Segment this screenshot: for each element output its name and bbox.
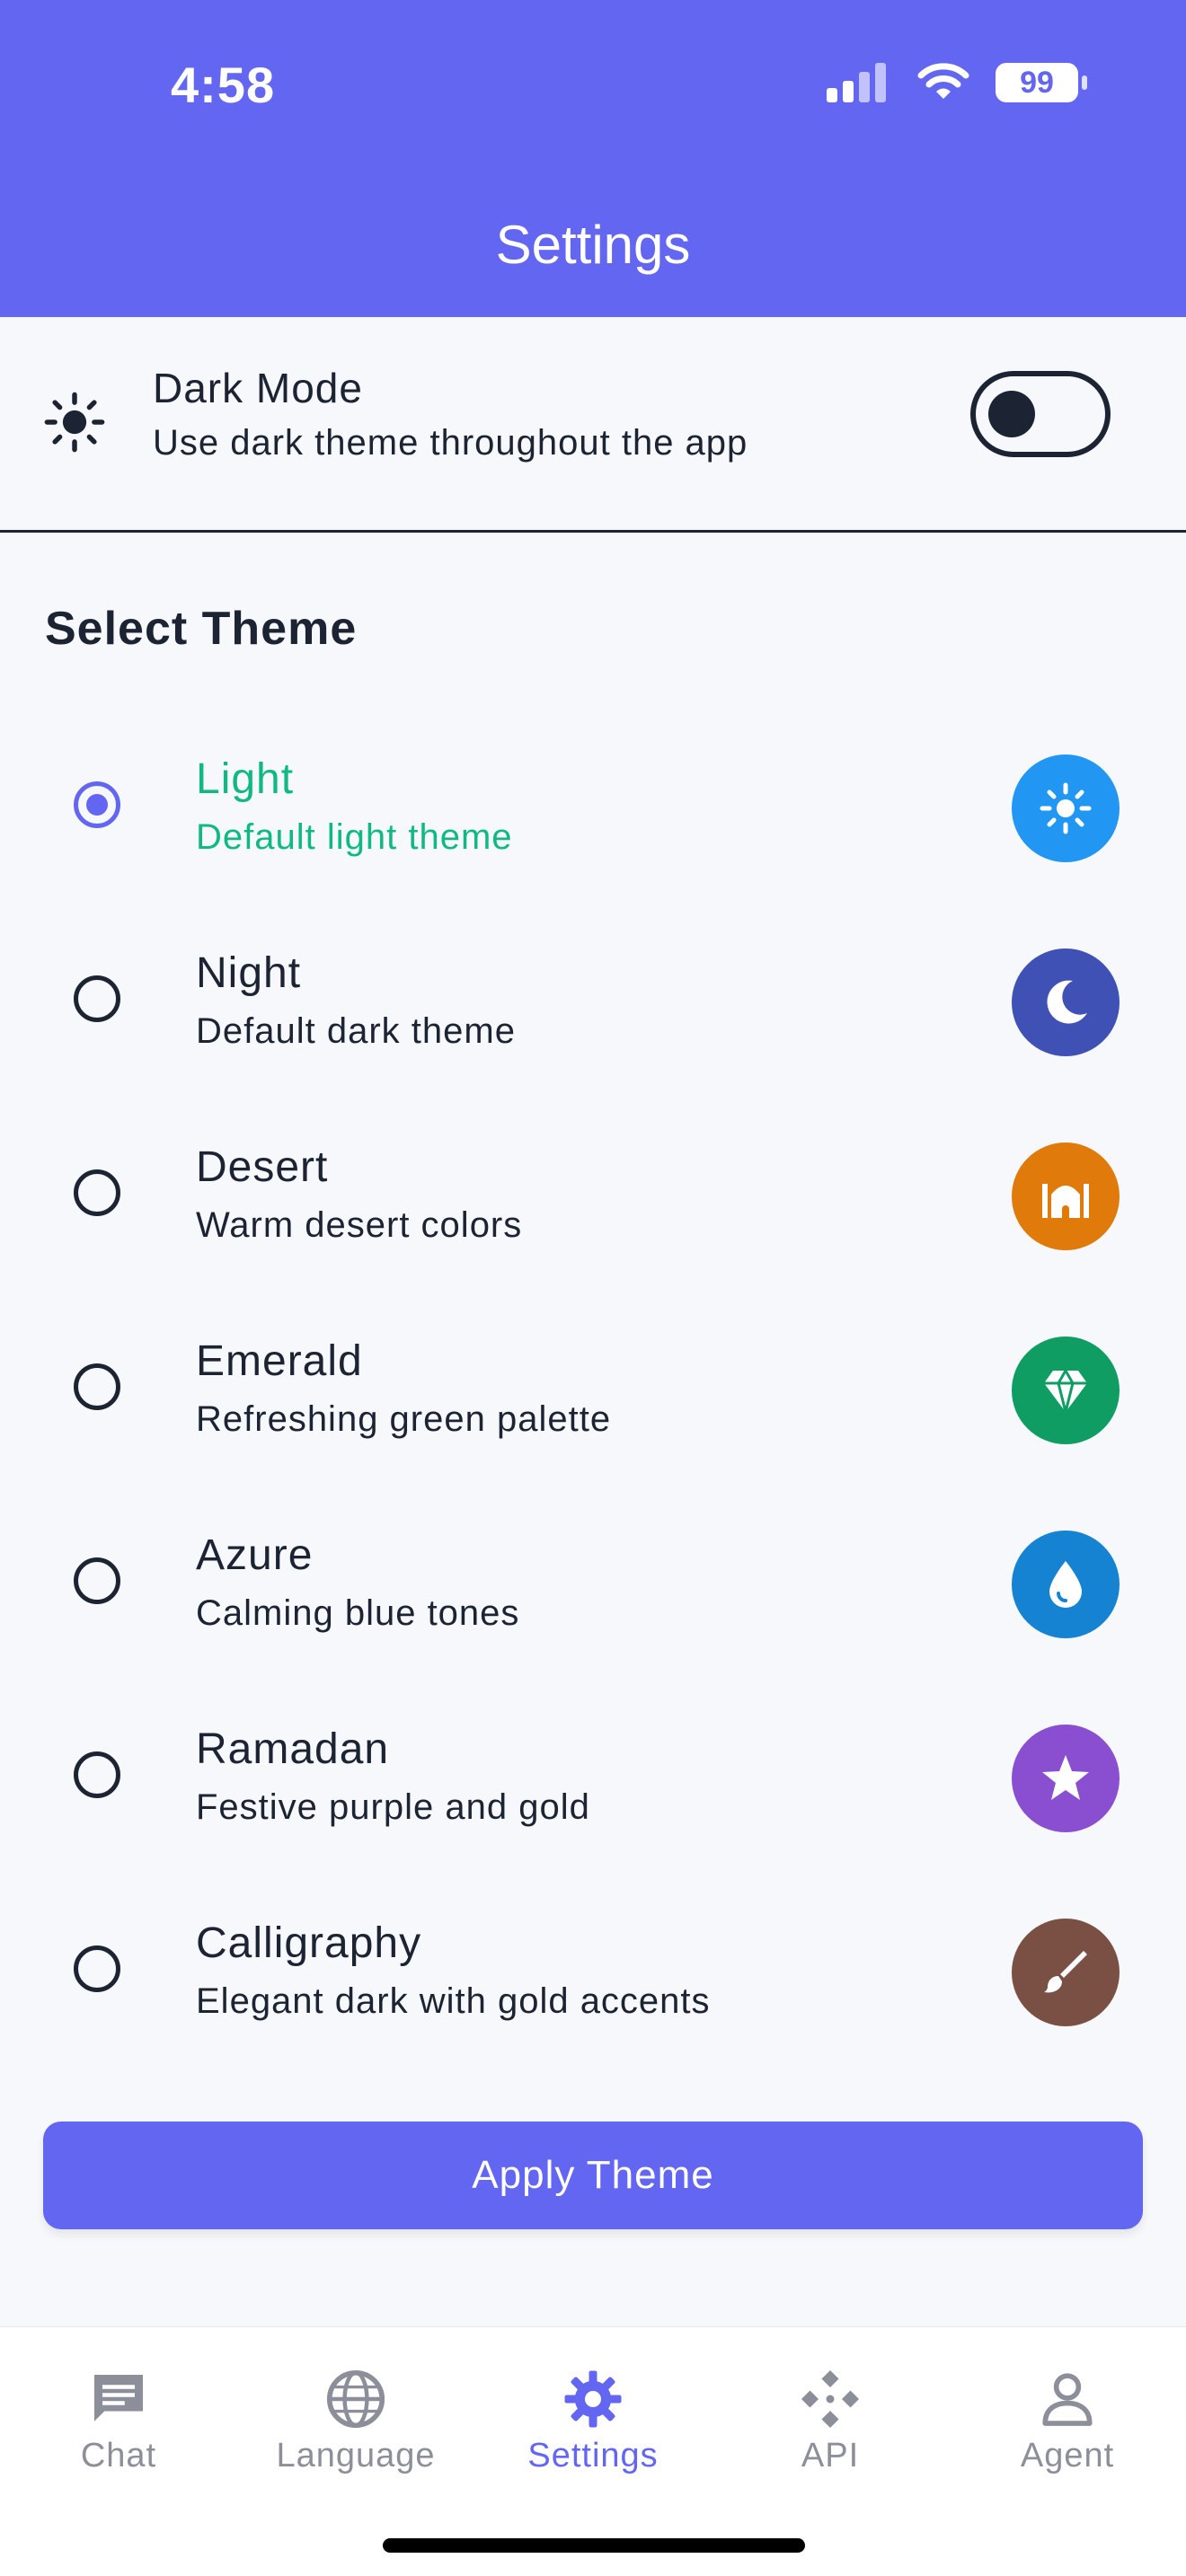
theme-item-light[interactable]: Light Default light theme	[0, 719, 1186, 913]
theme-item-desert[interactable]: Desert Warm desert colors	[0, 1107, 1186, 1301]
theme-description: Festive purple and gold	[196, 1787, 590, 1827]
nav-item-agent[interactable]: Agent	[949, 2345, 1186, 2507]
nav-item-language[interactable]: Language	[237, 2345, 474, 2507]
sun-icon	[1040, 782, 1092, 834]
theme-list: Light Default light theme Night Default …	[0, 719, 1186, 2077]
chat-icon	[94, 2375, 143, 2422]
dark-mode-subtitle: Use dark theme throughout the app	[153, 423, 748, 463]
theme-name: Calligraphy	[196, 1919, 422, 1967]
person-icon	[1042, 2373, 1093, 2426]
drop-icon	[1049, 1561, 1082, 1608]
theme-name: Desert	[196, 1143, 329, 1191]
theme-name: Ramadan	[196, 1725, 390, 1773]
battery-indicator: 99	[996, 63, 1087, 102]
theme-name: Night	[196, 949, 302, 997]
page-title: Settings	[495, 215, 691, 275]
select-theme-heading: Select Theme	[45, 603, 358, 655]
nav-label: API	[801, 2437, 860, 2475]
app-header: 4:58 99 Settings	[0, 0, 1186, 317]
radio-button[interactable]	[74, 781, 120, 828]
theme-item-calligraphy[interactable]: Calligraphy Elegant dark with gold accen…	[0, 1883, 1186, 2077]
moon-icon	[1047, 980, 1087, 1024]
theme-description: Warm desert colors	[196, 1205, 523, 1245]
mosque-icon	[1042, 1184, 1089, 1218]
theme-description: Default light theme	[196, 817, 513, 857]
theme-name: Azure	[196, 1531, 314, 1579]
theme-description: Refreshing green palette	[196, 1399, 612, 1439]
nav-item-chat[interactable]: Chat	[0, 2345, 237, 2507]
nav-label: Agent	[1020, 2437, 1115, 2475]
theme-icon-badge	[1012, 1337, 1120, 1444]
sun-icon	[44, 392, 105, 453]
radio-button[interactable]	[74, 1169, 120, 1216]
globe-icon	[326, 2369, 385, 2429]
theme-icon-badge	[1012, 1142, 1120, 1250]
radio-button[interactable]	[74, 1557, 120, 1604]
nav-label: Settings	[527, 2437, 659, 2475]
radio-button[interactable]	[74, 1363, 120, 1410]
theme-description: Calming blue tones	[196, 1593, 520, 1633]
gear-icon	[564, 2370, 622, 2428]
radio-button[interactable]	[74, 1945, 120, 1992]
radio-button[interactable]	[74, 975, 120, 1022]
theme-icon-badge	[1012, 1531, 1120, 1638]
apply-theme-button[interactable]: Apply Theme	[43, 2122, 1143, 2229]
radio-button[interactable]	[74, 1751, 120, 1798]
api-icon	[801, 2369, 860, 2429]
theme-description: Default dark theme	[196, 1011, 516, 1051]
nav-label: Language	[276, 2437, 436, 2475]
app-frame: 4:58 99 Settings Dark Mode Use dark them…	[0, 0, 1186, 2576]
theme-icon-badge	[1012, 754, 1120, 862]
theme-item-night[interactable]: Night Default dark theme	[0, 913, 1186, 1107]
theme-icon-badge	[1012, 948, 1120, 1056]
signal-icon	[827, 63, 886, 102]
theme-name: Light	[196, 755, 295, 803]
toggle-knob	[988, 391, 1035, 437]
theme-item-azure[interactable]: Azure Calming blue tones	[0, 1495, 1186, 1689]
wifi-icon	[917, 63, 969, 99]
nav-item-api[interactable]: API	[712, 2345, 949, 2507]
theme-icon-badge	[1012, 1919, 1120, 2026]
brush-icon	[1044, 1951, 1087, 1993]
status-icons: 99	[827, 63, 1087, 102]
nav-item-settings[interactable]: Settings	[474, 2345, 712, 2507]
dark-mode-row[interactable]: Dark Mode Use dark theme throughout the …	[0, 317, 1186, 533]
dark-mode-toggle[interactable]	[970, 371, 1111, 457]
theme-description: Elegant dark with gold accents	[196, 1981, 711, 2021]
theme-item-ramadan[interactable]: Ramadan Festive purple and gold	[0, 1689, 1186, 1883]
theme-icon-badge	[1012, 1725, 1120, 1832]
gem-icon	[1044, 1367, 1087, 1413]
theme-name: Emerald	[196, 1337, 363, 1385]
home-indicator	[383, 2538, 805, 2553]
nav-label: Chat	[80, 2437, 157, 2475]
star-icon	[1042, 1755, 1089, 1800]
theme-item-emerald[interactable]: Emerald Refreshing green palette	[0, 1301, 1186, 1495]
dark-mode-title: Dark Mode	[153, 365, 363, 411]
status-time: 4:58	[171, 57, 276, 113]
